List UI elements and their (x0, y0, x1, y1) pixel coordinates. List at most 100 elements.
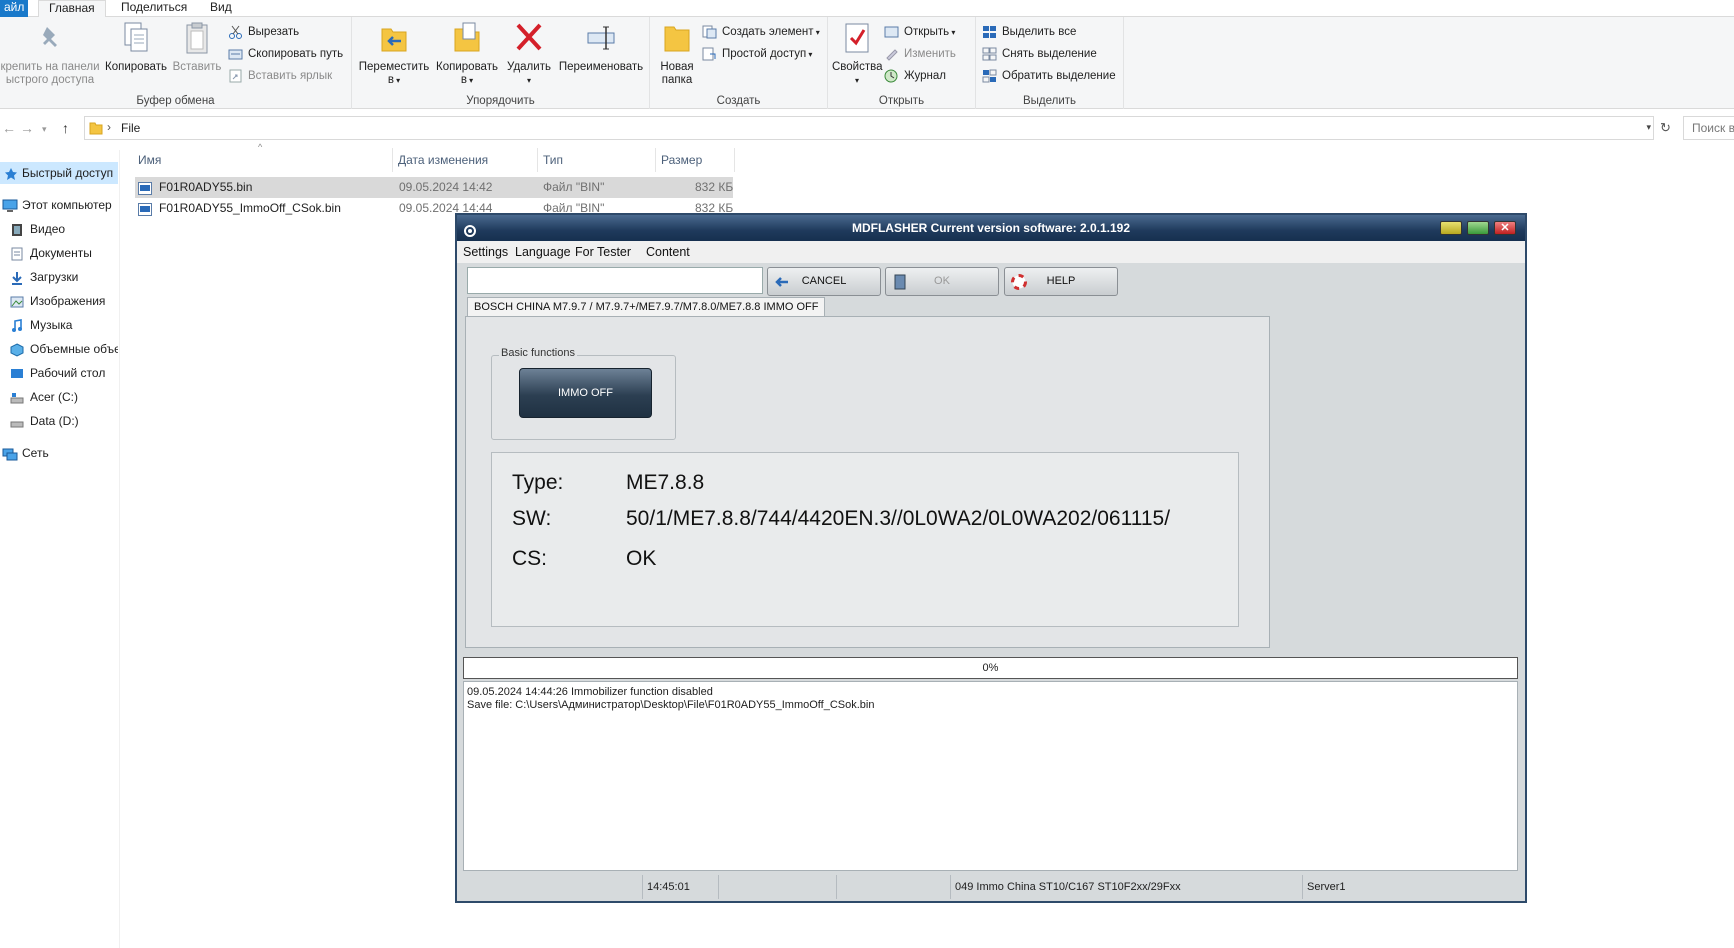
edit-button[interactable]: Изменить (884, 45, 956, 63)
refresh-icon[interactable]: ↻ (1660, 120, 1671, 136)
cs-value: OK (626, 547, 657, 570)
invert-selection-icon (982, 69, 997, 83)
paste-label: Вставить (172, 61, 222, 73)
file-row[interactable]: F01R0ADY55.bin 09.05.2024 14:42 Файл "BI… (135, 177, 733, 198)
clipboard-icon (182, 21, 212, 55)
nav-documents[interactable]: Документы (0, 242, 118, 264)
column-name[interactable]: Имя (133, 148, 393, 172)
desktop-icon (10, 366, 24, 380)
easy-access-icon (702, 47, 717, 61)
cancel-label: CANCEL (801, 275, 847, 287)
nav-3d-objects[interactable]: Объемные объекты (0, 338, 118, 360)
nav-video[interactable]: Видео (0, 218, 118, 240)
nav-quick-access[interactable]: Быстрый доступ (0, 162, 118, 184)
new-item-button[interactable]: Создать элемент ▾ (702, 23, 820, 41)
properties-icon (842, 21, 872, 55)
copy-to-button[interactable]: Копировать в ▾ (432, 21, 502, 87)
select-none-button[interactable]: Снять выделение (982, 45, 1097, 63)
address-dropdown-icon[interactable]: ▾ (1646, 122, 1651, 133)
pin-label-1: крепить на панели (0, 61, 100, 73)
move-label-1: Переместить (358, 61, 430, 73)
search-field[interactable] (467, 267, 763, 294)
cancel-button[interactable]: CANCEL (767, 267, 881, 296)
back-arrow-icon[interactable]: ← (2, 120, 16, 136)
help-button[interactable]: HELP (1004, 267, 1118, 296)
menu-language[interactable]: Language (515, 241, 571, 263)
forward-arrow-icon[interactable]: → (20, 120, 34, 136)
file-size: 832 КБ (695, 180, 734, 194)
tab-view[interactable]: Вид (206, 0, 236, 17)
move-folder-icon (379, 21, 409, 55)
open-button[interactable]: Открыть ▾ (884, 23, 955, 41)
delete-button[interactable]: Удалить ▾ (504, 21, 554, 87)
ok-label: OK (934, 275, 950, 287)
nav-images[interactable]: Изображения (0, 290, 118, 312)
copy-icon (121, 21, 151, 55)
window-title-bar[interactable]: MDFLASHER Current version software: 2.0.… (457, 215, 1525, 241)
progress-bar: 0% (463, 657, 1518, 679)
delete-x-icon (514, 21, 544, 55)
close-button[interactable]: ✕ (1494, 221, 1516, 235)
tab-share[interactable]: Поделиться (117, 0, 191, 17)
menu-content[interactable]: Content (646, 241, 690, 263)
menu-bar: Settings Language For Tester Content (457, 241, 1525, 263)
new-folder-button[interactable]: Новая папка (654, 21, 700, 87)
bin-file-icon (138, 202, 152, 216)
copy-button[interactable]: Копировать (103, 21, 169, 74)
nav-drive-d[interactable]: Data (D:) (0, 410, 118, 432)
menu-for-tester[interactable]: For Tester (575, 241, 631, 263)
properties-button[interactable]: Свойства ▾ (832, 21, 883, 87)
tab-home[interactable]: Главная (38, 0, 106, 18)
log-line: Save file: C:\Users\Администратор\Deskto… (467, 699, 875, 711)
minimize-button[interactable] (1440, 221, 1462, 235)
file-name: F01R0ADY55.bin (159, 180, 253, 194)
rename-button[interactable]: Переименовать (555, 21, 647, 74)
up-arrow-icon[interactable]: ↑ (62, 120, 69, 136)
file-name: F01R0ADY55_ImmoOff_CSok.bin (159, 201, 341, 215)
paste-button[interactable]: Вставить (171, 21, 223, 74)
menu-settings[interactable]: Settings (463, 241, 508, 263)
select-all-button[interactable]: Выделить все (982, 23, 1076, 41)
pin-button[interactable]: крепить на панели ыстрого доступа (0, 21, 100, 87)
column-date[interactable]: Дата изменения (393, 148, 538, 172)
video-icon (10, 222, 24, 236)
nav-downloads[interactable]: Загрузки (0, 266, 118, 288)
nav-this-pc[interactable]: Этот компьютер (0, 194, 118, 216)
cut-button[interactable]: Вырезать (228, 23, 299, 41)
status-cell-empty (719, 875, 837, 899)
copy-to-label-1: Копировать (436, 61, 498, 73)
sw-value: 50/1/ME7.8.8/744/4420EN.3//0L0WA2/0L0WA2… (626, 507, 1171, 530)
paste-shortcut-button[interactable]: Вставить ярлык (228, 67, 332, 85)
nav-network[interactable]: Сеть (0, 442, 118, 464)
folder-icon (89, 121, 103, 135)
immo-off-button[interactable]: IMMO OFF (519, 368, 652, 418)
ok-button[interactable]: OK (885, 267, 999, 296)
create-group: Новая папка Создать элемент ▾ Простой до… (650, 17, 828, 109)
bin-file-icon (138, 181, 152, 195)
column-type[interactable]: Тип (538, 148, 656, 172)
invert-selection-button[interactable]: Обратить выделение (982, 67, 1116, 85)
search-input[interactable]: Поиск в (1683, 116, 1734, 140)
history-button[interactable]: Журнал (884, 67, 946, 85)
file-type: Файл "BIN" (543, 180, 605, 194)
nav-desktop[interactable]: Рабочий стол (0, 362, 118, 384)
move-to-button[interactable]: Переместить в ▾ (356, 21, 432, 87)
column-size[interactable]: Размер (656, 148, 735, 172)
tab-file[interactable]: айл (0, 0, 29, 17)
edit-label: Изменить (904, 48, 956, 60)
nav-music[interactable]: Музыка (0, 314, 118, 336)
recent-chevron-icon[interactable]: ▾ (42, 124, 47, 135)
copy-path-button[interactable]: Скопировать путь (228, 45, 343, 63)
tab-bosch-immo-off[interactable]: BOSCH CHINA M7.9.7 / M7.9.7+/ME7.9.7/M7.… (467, 297, 826, 317)
address-field[interactable]: › File ▾ (84, 116, 1654, 140)
create-group-label: Создать (716, 95, 761, 107)
nav-drive-c[interactable]: Acer (C:) (0, 386, 118, 408)
maximize-button[interactable] (1467, 221, 1489, 235)
log-area[interactable]: 09.05.2024 14:44:26 Immobilizer function… (463, 681, 1518, 871)
easy-access-button[interactable]: Простой доступ ▾ (702, 45, 812, 63)
nav-network-label: Сеть (22, 446, 49, 460)
nav-images-label: Изображения (30, 294, 106, 308)
status-time: 14:45:01 (643, 875, 719, 899)
breadcrumb-file[interactable]: File (121, 121, 140, 135)
shortcut-icon (228, 69, 243, 83)
